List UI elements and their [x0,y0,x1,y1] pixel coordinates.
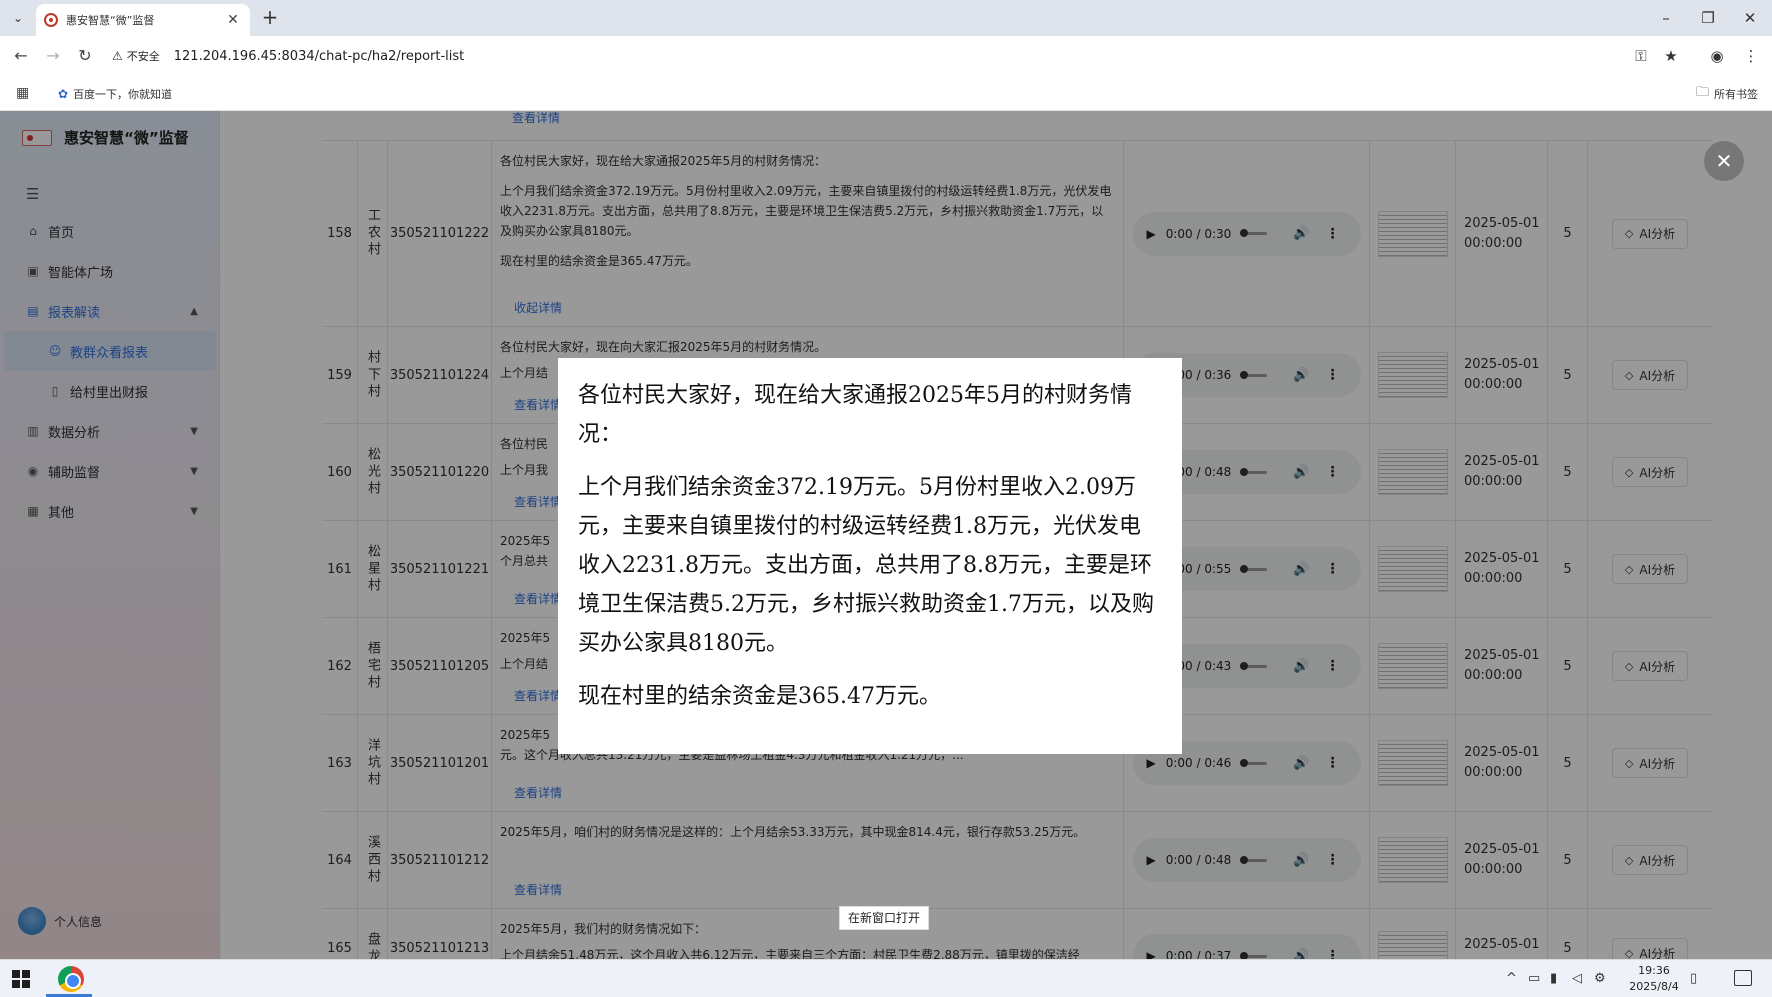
input-method-icon[interactable]: ⚙ [1594,971,1606,986]
speaker-icon[interactable]: ◁ [1572,971,1582,986]
back-arrow-icon[interactable]: ← [8,44,34,68]
screen: ⌄ 惠安智慧“微”监督 ✕ + – ❐ ✕ ← → ↻ ⚠ 不安全 121.20… [0,0,1772,997]
warning-icon: ⚠ [112,49,123,63]
tray-chevron-up-icon[interactable]: ^ [1506,971,1517,986]
bookmark-label: 百度一下，你就知道 [73,88,173,101]
window-close-icon[interactable]: ✕ [1730,6,1770,30]
report-preview-image: 各位村民大家好，现在给大家通报2025年5月的村财务情况： 上个月我们结余资金3… [558,358,1182,754]
clock-date: 2025/8/4 [1629,980,1679,993]
minimize-icon[interactable]: – [1646,6,1686,30]
tab-close-icon[interactable]: ✕ [224,12,242,28]
windows-taskbar: ^ ▭ ▮ ◁ ⚙ 19:36 2025/8/4 ▯ [0,959,1772,997]
address-bar: ← → ↻ ⚠ 不安全 121.204.196.45:8034/chat-pc/… [0,36,1772,76]
tab-title: 惠安智慧“微”监督 [66,14,155,27]
show-desktop-icon[interactable]: ▯ [1690,971,1697,986]
browser-tab[interactable]: 惠安智慧“微”监督 ✕ [36,4,250,36]
insecure-label: 不安全 [126,50,160,63]
chrome-taskbar-icon[interactable] [58,966,84,992]
apps-grid-icon[interactable]: ▦ [16,86,31,101]
reload-icon[interactable]: ↻ [72,44,98,68]
notification-icon[interactable] [1734,970,1752,986]
site-favicon-icon [44,13,58,27]
all-bookmarks-label: 所有书签 [1714,88,1758,101]
bookmark-baidu[interactable]: ✿ 百度一下，你就知道 [58,84,172,104]
new-tab-button[interactable]: + [258,6,282,30]
preview-paragraph: 各位村民大家好，现在给大家通报2025年5月的村财务情况： [578,383,1132,447]
browser-tab-bar: ⌄ 惠安智慧“微”监督 ✕ + – ❐ ✕ [0,0,1772,36]
network-icon[interactable]: ▭ [1528,971,1540,986]
browser-menu-icon[interactable]: ⋮ [1738,44,1764,68]
profile-icon[interactable]: ◉ [1704,44,1730,68]
restore-icon[interactable]: ❐ [1688,6,1728,30]
battery-icon[interactable]: ▮ [1550,971,1557,986]
open-new-window-tooltip[interactable]: 在新窗口打开 [839,906,930,930]
omnibox[interactable]: ⚠ 不安全 121.204.196.45:8034/chat-pc/ha2/re… [112,42,1642,70]
preview-paragraph: 现在村里的结余资金是365.47万元。 [578,684,941,709]
bookmarks-bar: ▦ ✿ 百度一下，你就知道 🗀 所有书签 [0,76,1772,111]
forward-arrow-icon[interactable]: → [40,44,66,68]
folder-icon: 🗀 [1695,85,1709,100]
all-bookmarks[interactable]: 🗀 所有书签 [1696,84,1758,104]
tab-search-chevron-icon[interactable]: ⌄ [6,7,30,29]
password-key-icon[interactable]: ⚿ [1628,44,1654,68]
preview-close-icon[interactable]: ✕ [1704,141,1744,181]
bookmark-star-icon[interactable]: ★ [1658,44,1684,68]
clock-time: 19:36 [1638,964,1670,977]
baidu-paw-icon: ✿ [58,87,69,101]
preview-paragraph: 上个月我们结余资金372.19万元。5月份村里收入2.09万元，主要来自镇里拨付… [578,475,1154,656]
url-text[interactable]: 121.204.196.45:8034/chat-pc/ha2/report-l… [174,49,465,64]
taskbar-clock[interactable]: 19:36 2025/8/4 [1626,963,1682,995]
security-indicator[interactable]: ⚠ 不安全 [112,48,160,64]
windows-start-icon[interactable] [12,970,30,988]
